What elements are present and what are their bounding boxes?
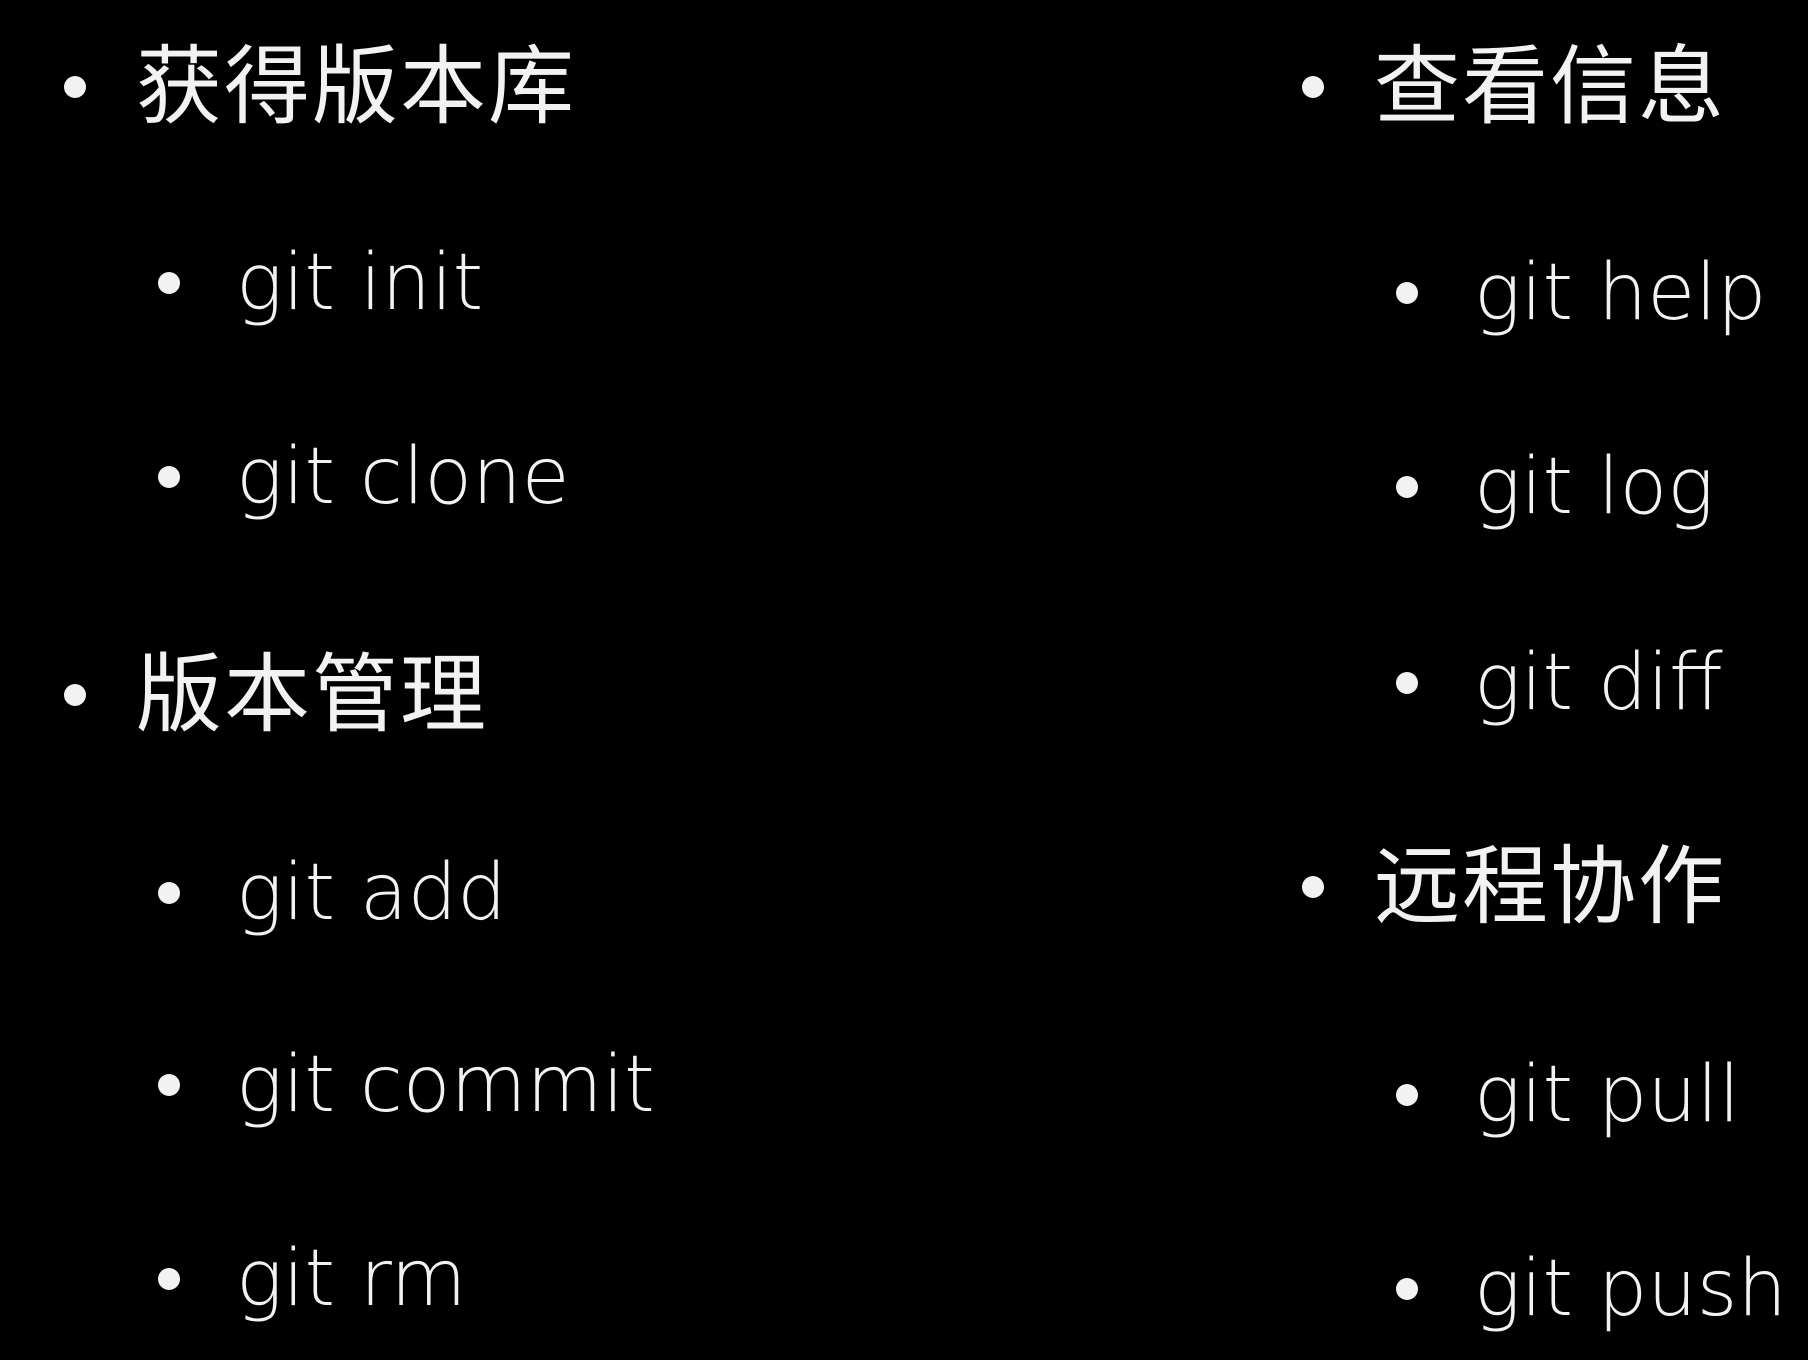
section-heading-remote-collaboration: 远程协作 [1240,832,1726,942]
left-column: 获得版本库 git init git clone 版本管理 git add gi… [0,0,700,1360]
bullet-icon [1396,1084,1418,1106]
bullet-icon [158,1268,180,1290]
bullet-icon [158,1074,180,1096]
command-label: git log [1474,442,1715,532]
section-heading-version-management: 版本管理 [0,640,488,750]
bullet-icon [1302,76,1324,98]
bullet-icon [158,272,180,294]
command-label: git push [1474,1244,1787,1334]
command-item: git clone [0,422,570,532]
section-heading-get-repo: 获得版本库 [0,32,576,142]
right-column: 查看信息 git help git log git diff 远程协作 git … [1240,0,1808,1360]
command-label: git init [236,238,484,328]
command-item: git init [0,228,483,338]
bullet-icon [1396,672,1418,694]
bullet-icon [158,466,180,488]
bullet-icon [1396,476,1418,498]
command-label: git pull [1474,1050,1741,1140]
bullet-icon [64,76,86,98]
bullet-icon [1396,1278,1418,1300]
command-item: git pull [1240,1040,1740,1150]
command-item: git push [1240,1234,1787,1344]
command-label: git add [236,848,507,938]
slide: 获得版本库 git init git clone 版本管理 git add gi… [0,0,1808,1360]
command-label: git clone [236,432,570,522]
section-title: 远程协作 [1374,837,1726,937]
section-title: 查看信息 [1374,37,1726,137]
command-item: git commit [0,1030,655,1140]
bullet-icon [1302,876,1324,898]
bullet-icon [158,882,180,904]
command-item: git add [0,838,507,948]
command-item: git rm [0,1224,467,1334]
command-item: git help [1240,238,1766,348]
command-label: git commit [236,1040,655,1130]
command-item: git diff [1240,628,1723,738]
bullet-icon [1396,282,1418,304]
command-label: git rm [236,1234,467,1324]
command-label: git diff [1474,638,1723,728]
bullet-icon [64,684,86,706]
section-heading-view-info: 查看信息 [1240,32,1726,142]
command-label: git help [1474,248,1767,338]
section-title: 获得版本库 [136,37,576,137]
command-item: git log [1240,432,1714,542]
section-title: 版本管理 [136,645,488,745]
